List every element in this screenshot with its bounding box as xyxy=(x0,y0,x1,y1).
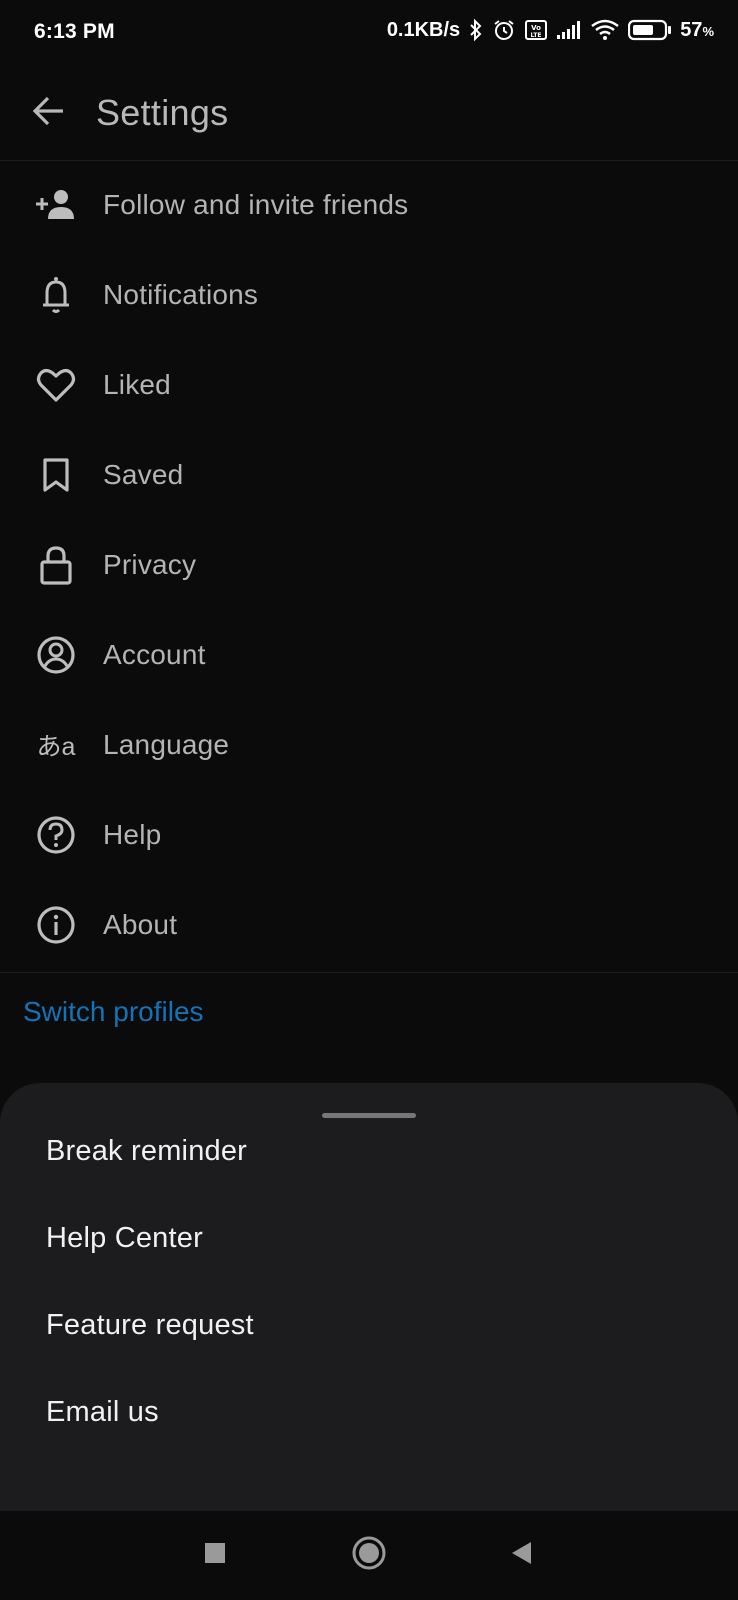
heart-icon xyxy=(34,363,78,407)
settings-item-privacy[interactable]: Privacy xyxy=(0,520,738,610)
settings-item-saved[interactable]: Saved xyxy=(0,430,738,520)
network-speed: 0.1KB/s xyxy=(386,18,461,41)
settings-list: Follow and invite friends Notifications … xyxy=(0,160,738,970)
sheet-item-break-reminder[interactable]: Break reminder xyxy=(46,1135,247,1168)
recents-button[interactable] xyxy=(193,1533,237,1577)
settings-item-language[interactable]: あa Language xyxy=(0,700,738,790)
volte-icon: Vo LTE xyxy=(524,18,548,42)
bell-icon xyxy=(34,273,78,317)
svg-text:LTE: LTE xyxy=(531,32,542,39)
settings-item-label: Privacy xyxy=(103,549,197,580)
back-nav-button[interactable] xyxy=(499,1533,543,1577)
page-title: Settings xyxy=(96,92,229,133)
settings-item-label: About xyxy=(103,909,178,940)
status-icons: 0.1KB/s Vo LTE 57% xyxy=(387,18,714,42)
sheet-item-help-center[interactable]: Help Center xyxy=(46,1222,203,1255)
alarm-icon xyxy=(492,18,516,42)
bluetooth-icon xyxy=(468,18,484,42)
settings-item-notifications[interactable]: Notifications xyxy=(0,250,738,340)
system-nav-bar xyxy=(0,1511,738,1600)
settings-item-label: Liked xyxy=(103,369,171,400)
back-button[interactable] xyxy=(26,90,72,136)
settings-item-follow-invite[interactable]: Follow and invite friends xyxy=(0,160,738,250)
settings-item-label: Follow and invite friends xyxy=(103,189,409,220)
settings-item-help[interactable]: Help xyxy=(0,790,738,880)
sheet-item-email-us[interactable]: Email us xyxy=(46,1396,159,1429)
settings-item-label: Help xyxy=(103,819,162,850)
settings-item-label: Language xyxy=(103,729,230,760)
home-button[interactable] xyxy=(347,1533,391,1577)
sheet-item-feature-request[interactable]: Feature request xyxy=(46,1309,254,1342)
svg-text:Vo: Vo xyxy=(531,24,541,32)
status-bar: 6:13 PM 0.1KB/s Vo LTE 57% xyxy=(0,0,738,68)
battery-percent: 57% xyxy=(680,19,714,42)
signal-icon xyxy=(556,20,582,40)
arrow-left-icon xyxy=(31,93,67,134)
person-add-icon xyxy=(34,183,78,227)
sheet-drag-handle[interactable] xyxy=(322,1113,416,1118)
battery-percent-value: 57 xyxy=(680,18,703,41)
lock-icon xyxy=(34,543,78,587)
bottom-sheet: Break reminder Help Center Feature reque… xyxy=(0,1083,738,1511)
settings-item-label: Account xyxy=(103,639,206,670)
recents-square-icon xyxy=(203,1541,227,1570)
account-circle-icon xyxy=(34,633,78,677)
bookmark-icon xyxy=(34,453,78,497)
settings-item-label: Notifications xyxy=(103,279,259,310)
home-circle-icon xyxy=(351,1535,387,1576)
settings-item-label: Saved xyxy=(103,459,184,490)
back-triangle-icon xyxy=(509,1540,533,1571)
help-circle-icon xyxy=(34,813,78,857)
wifi-icon xyxy=(590,18,620,42)
battery-percent-unit: % xyxy=(702,23,714,39)
info-circle-icon xyxy=(34,903,78,947)
battery-icon xyxy=(628,19,672,41)
language-icon: あa xyxy=(36,733,76,761)
settings-item-liked[interactable]: Liked xyxy=(0,340,738,430)
divider xyxy=(0,972,738,973)
settings-item-about[interactable]: About xyxy=(0,880,738,970)
app-bar: Settings xyxy=(0,70,738,161)
status-time: 6:13 PM xyxy=(34,20,115,43)
switch-profiles-link[interactable]: Switch profiles xyxy=(23,996,204,1028)
settings-item-account[interactable]: Account xyxy=(0,610,738,700)
